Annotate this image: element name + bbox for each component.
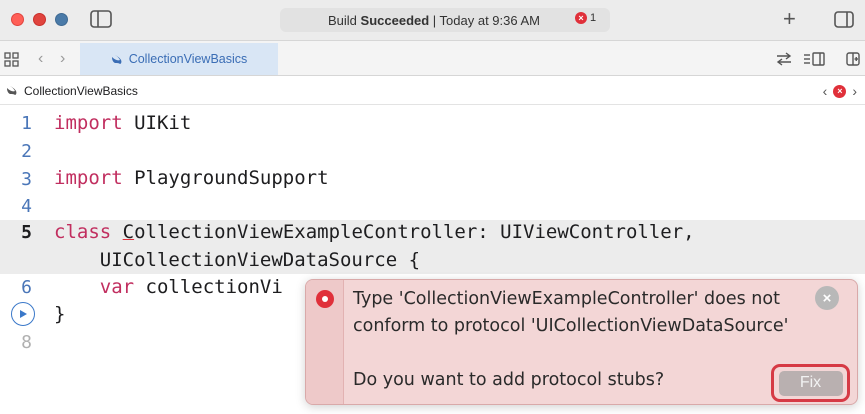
build-status-text: Build Succeeded | Today at 9:36 AM — [328, 12, 541, 28]
inspector-toggle-icon[interactable] — [834, 11, 854, 28]
code-line-6: var collectionVi — [54, 276, 283, 298]
line-number: 2 — [21, 141, 32, 162]
tab-collectionviewbasics[interactable]: CollectionViewBasics — [80, 43, 278, 75]
activity-viewer[interactable]: Build Succeeded | Today at 9:36 AM — [280, 8, 610, 32]
error-icon[interactable]: × — [833, 84, 847, 98]
close-icon[interactable]: × — [815, 286, 839, 310]
tab-bar: ‹ › CollectionViewBasics — [0, 40, 865, 76]
issue-message: Type 'CollectionViewExampleController' d… — [353, 289, 789, 336]
error-icon — [316, 290, 334, 308]
code-line-1: import UIKit — [54, 112, 192, 134]
split-editor-icon[interactable] — [846, 52, 860, 66]
next-issue-button[interactable]: › — [852, 83, 857, 99]
fix-button-highlight: Fix — [771, 364, 850, 402]
add-library-button[interactable]: + — [783, 8, 796, 30]
line-number: 5 — [21, 222, 32, 243]
title-bar: Build Succeeded | Today at 9:36 AM × 1 + — [0, 0, 865, 40]
tab-label: CollectionViewBasics — [128, 52, 248, 66]
line-number: 8 — [21, 332, 32, 353]
issue-gutter — [306, 280, 344, 404]
back-button[interactable]: ‹ — [38, 50, 43, 68]
swift-file-icon — [7, 86, 17, 95]
code-line-7: } — [54, 303, 66, 325]
error-icon: × — [575, 12, 587, 24]
code-line-3: import PlaygroundSupport — [54, 167, 329, 189]
navigator-toggle-icon[interactable] — [90, 10, 112, 28]
error-count-badge[interactable]: × 1 — [575, 12, 596, 24]
code-line-5-continued: UICollectionViewDataSource { — [54, 249, 421, 271]
jump-bar: CollectionViewBasics ‹ × › — [0, 77, 865, 105]
forward-button[interactable]: › — [60, 50, 65, 68]
refresh-arrows-icon[interactable] — [776, 52, 792, 66]
code-line-5: class CollectionViewExampleController: U… — [54, 221, 695, 243]
run-to-line-button[interactable] — [11, 302, 35, 326]
close-window-button[interactable] — [11, 13, 24, 26]
fix-button[interactable]: Fix — [778, 370, 843, 396]
line-number: 6 — [21, 277, 32, 298]
jump-bar-file[interactable]: CollectionViewBasics — [24, 84, 138, 98]
fix-it-popover: Type 'CollectionViewExampleController' d… — [305, 279, 858, 405]
line-number: 4 — [21, 196, 32, 217]
swift-file-icon — [111, 54, 122, 64]
line-number: 1 — [21, 113, 32, 134]
play-icon — [19, 310, 27, 318]
minimize-window-button[interactable] — [33, 13, 46, 26]
line-number: 3 — [21, 169, 32, 190]
error-location: C — [122, 221, 135, 243]
fix-it-question: Do you want to add protocol stubs? — [353, 370, 665, 390]
editor-options-icon[interactable] — [803, 52, 825, 66]
error-count: 1 — [590, 12, 597, 24]
previous-issue-button[interactable]: ‹ — [823, 83, 828, 99]
related-items-grid-icon[interactable] — [4, 52, 19, 67]
zoom-window-button[interactable] — [55, 13, 68, 26]
issue-navigator: ‹ × › — [823, 83, 857, 99]
